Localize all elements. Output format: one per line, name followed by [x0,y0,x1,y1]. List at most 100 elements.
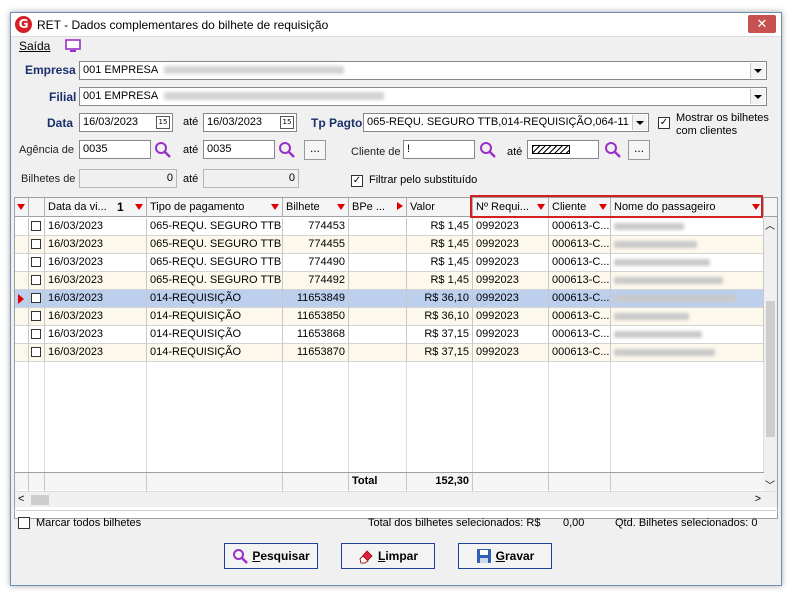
horizontal-scrollbar[interactable]: < > [15,491,777,507]
header-bpe[interactable]: BPe ... [349,198,407,217]
scroll-left-icon[interactable]: < [18,493,24,505]
column-divider [406,362,407,472]
data-from-input[interactable]: 16/03/2023 15 [79,113,173,132]
calendar-icon[interactable]: 15 [156,116,170,129]
ate-label: até [183,116,199,128]
filter-icon[interactable] [337,204,345,210]
cell-cliente: 000613-C... [549,218,611,236]
cell-data: 16/03/2023 [45,236,147,254]
agencia-to-input[interactable]: 0035 [203,140,275,159]
filial-select[interactable]: 001 EMPRESA [79,87,767,106]
scroll-down-icon[interactable]: ﹀ [765,477,775,492]
agencia-from-value: 0035 [83,143,108,155]
filtrar-substituido-checkbox[interactable]: ✓ [351,175,363,187]
bilhetes-from-input[interactable]: 0 [79,169,177,188]
cell-tipo: 065-REQU. SEGURO TTB [147,236,283,254]
vertical-scrollbar[interactable]: ︿ ﹀ [764,217,777,492]
header-valor[interactable]: Valor [407,198,473,217]
search-icon[interactable] [278,141,296,159]
cliente-from-input[interactable]: ! [403,140,475,159]
agencia-more-button[interactable]: ... [304,140,326,160]
limpar-button[interactable]: Limpar [341,543,435,569]
empresa-select[interactable]: 001 EMPRESA [79,61,767,80]
total-spacer [15,473,29,491]
highlight-box [470,195,763,218]
cell-data: 16/03/2023 [45,344,147,362]
cell-valor: R$ 37,15 [407,344,473,362]
ate-label: até [507,146,523,158]
search-icon [233,549,249,564]
table-row[interactable]: 16/03/2023 065-REQU. SEGURO TTB 774455 R$ 1… [15,236,764,254]
filter-icon[interactable] [135,204,143,210]
filial-label: Filial [49,90,77,104]
scroll-up-icon[interactable]: ︿ [765,217,775,232]
calendar-icon[interactable]: 15 [280,116,294,129]
row-checkbox[interactable] [31,311,41,321]
marcar-todos-checkbox[interactable] [18,517,30,529]
search-icon[interactable] [604,141,622,159]
cell-nreq: 0992023 [473,290,549,308]
cell-valor: R$ 36,10 [407,308,473,326]
mostrar-bilhetes-label-2: com clientes [676,125,738,137]
pesquisar-button[interactable]: Pesquisar [224,543,318,569]
data-to-input[interactable]: 16/03/2023 15 [203,113,297,132]
bilhetes-from-value: 0 [166,172,173,184]
row-checkbox-cell [29,218,45,236]
monitor-icon[interactable] [65,39,81,53]
row-checkbox[interactable] [31,257,41,267]
row-checkbox[interactable] [31,275,41,285]
total-row: Total 152,30 [15,472,764,491]
total-selected-label: Total dos bilhetes selecionados: R$ [368,517,541,529]
cell-tipo: 065-REQU. SEGURO TTB [147,272,283,290]
row-checkbox[interactable] [31,221,41,231]
row-checkbox[interactable] [31,293,41,303]
table-row[interactable]: 16/03/2023 014-REQUISIÇÃO 11653868 R$ 37,15… [15,326,764,344]
cliente-more-button[interactable]: ... [628,140,650,160]
chevron-down-icon[interactable] [632,115,647,130]
cliente-to-input[interactable] [527,140,599,159]
app-logo-icon: G [15,16,32,33]
header-bpe-label: BPe ... [352,201,386,213]
header-tipo[interactable]: Tipo de pagamento [147,198,283,217]
pesquisar-label: Pesquisar [252,549,310,563]
close-button[interactable]: ✕ [748,15,776,33]
search-icon[interactable] [479,141,497,159]
cell-data: 16/03/2023 [45,254,147,272]
mostrar-bilhetes-checkbox[interactable]: ✓ [658,117,670,129]
table-row[interactable]: 16/03/2023 014-REQUISIÇÃO 11653850 R$ 36,10… [15,308,764,326]
chevron-down-icon[interactable] [750,63,765,78]
cell-tipo: 014-REQUISIÇÃO [147,326,283,344]
header-data[interactable]: Data da vi... 1 [45,198,147,217]
agencia-label: Agência de [19,144,75,156]
table-row[interactable]: 16/03/2023 065-REQU. SEGURO TTB 774492 R$ 1… [15,272,764,290]
agencia-to-value: 0035 [207,143,232,155]
tp-pagto-select[interactable]: 065-REQU. SEGURO TTB,014-REQUISIÇÃO,064-… [363,113,649,132]
row-checkbox[interactable] [31,239,41,249]
bilhetes-to-value: 0 [288,172,295,184]
gravar-button[interactable]: Gravar [458,543,552,569]
expand-arrow-icon[interactable] [397,202,403,210]
horizontal-scroll-thumb[interactable] [31,495,49,505]
bilhetes-to-input[interactable]: 0 [203,169,299,188]
search-icon[interactable] [154,141,172,159]
table-row[interactable]: 16/03/2023 014-REQUISIÇÃO 11653870 R$ 37,15… [15,344,764,362]
vertical-scroll-thumb[interactable] [766,301,775,437]
cliente-from-value: ! [407,143,411,155]
row-checkbox[interactable] [31,347,41,357]
table-row[interactable]: 16/03/2023 014-REQUISIÇÃO 11653849 R$ 36,10… [15,290,764,308]
passenger-name-cell [611,254,764,272]
header-bilhete[interactable]: Bilhete [283,198,349,217]
row-checkbox[interactable] [31,329,41,339]
header-bilhete-label: Bilhete [286,201,320,213]
cell-data: 16/03/2023 [45,290,147,308]
total-selected-value: 0,00 [563,517,585,529]
cell-tipo: 014-REQUISIÇÃO [147,308,283,326]
chevron-down-icon[interactable] [750,89,765,104]
current-row-arrow-icon [18,294,24,304]
menu-saida[interactable]: Saída [19,39,50,53]
scroll-right-icon[interactable]: > [755,493,761,505]
filter-icon[interactable] [271,204,279,210]
agencia-from-input[interactable]: 0035 [79,140,151,159]
table-row[interactable]: 16/03/2023 065-REQU. SEGURO TTB 774490 R$ 1… [15,254,764,272]
table-row[interactable]: 16/03/2023 065-REQU. SEGURO TTB 774453 R$ 1… [15,218,764,236]
